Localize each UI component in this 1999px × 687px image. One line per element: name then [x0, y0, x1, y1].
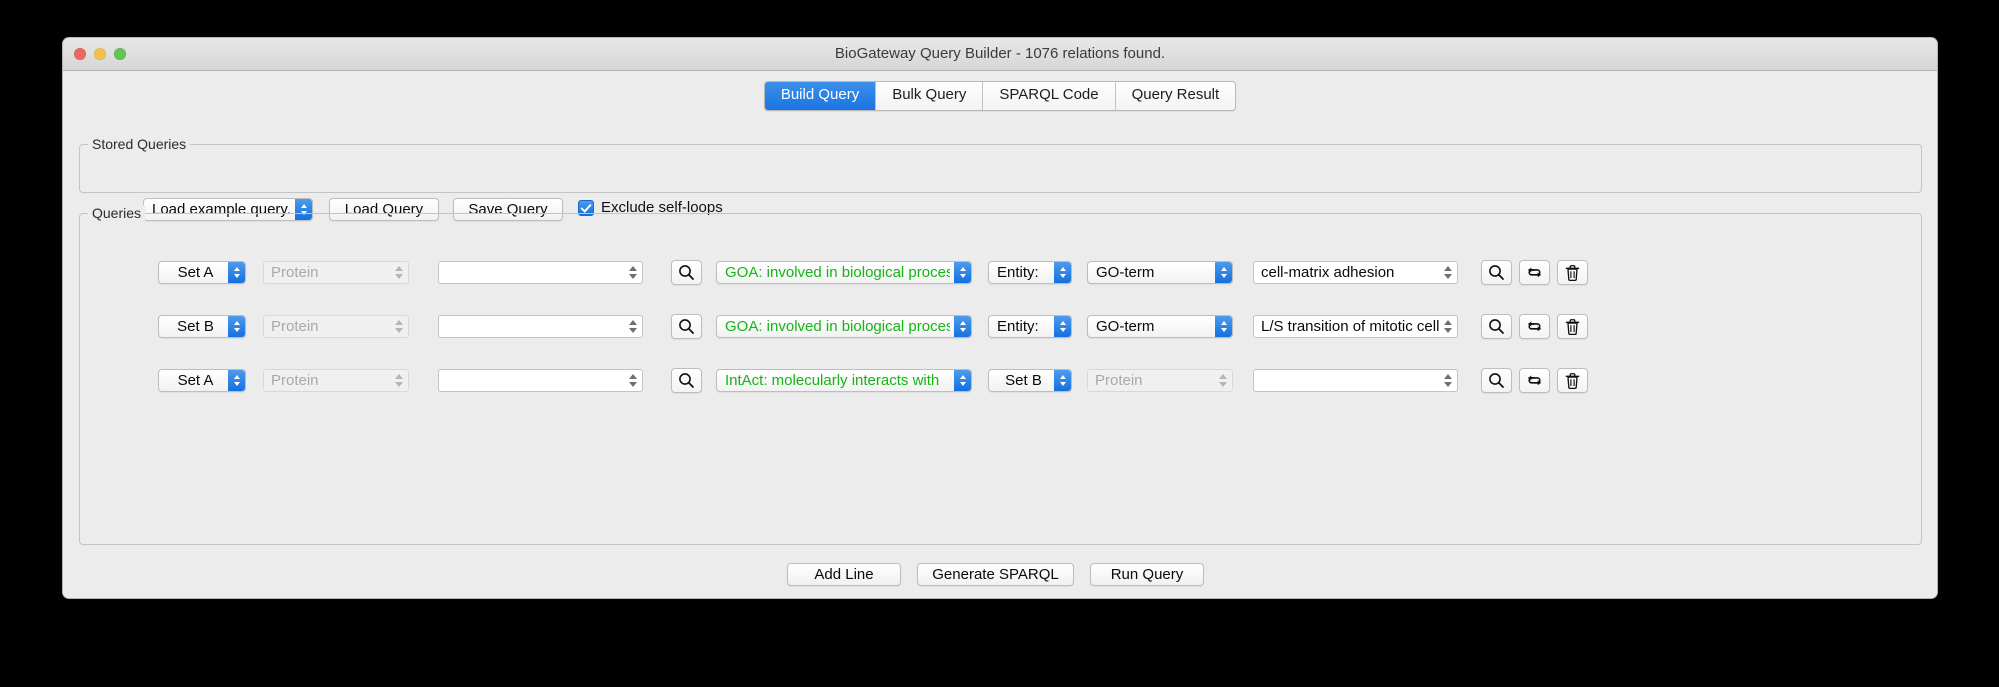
- row-subject-type-combo[interactable]: Protein: [263, 261, 409, 284]
- chevron-updown-icon: [954, 316, 971, 337]
- row-subject-search-button[interactable]: [671, 368, 702, 393]
- row-object-mode-select[interactable]: Entity:: [988, 315, 1072, 338]
- row-swap-button[interactable]: [1519, 314, 1550, 339]
- chevron-updown-icon: [392, 262, 406, 283]
- row-swap-button[interactable]: [1519, 260, 1550, 285]
- chevron-updown-icon: [1441, 262, 1455, 283]
- row-subject-set-select[interactable]: Set A: [158, 261, 246, 284]
- row-subject-set-select[interactable]: Set A: [158, 369, 246, 392]
- chevron-updown-icon: [1054, 370, 1071, 391]
- tab-sparql-code[interactable]: SPARQL Code: [983, 82, 1116, 110]
- row-subject-value-combo[interactable]: [438, 315, 643, 338]
- tab-bar: Build Query Bulk Query SPARQL Code Query…: [63, 81, 1937, 111]
- chevron-updown-icon: [228, 262, 245, 283]
- row-swap-button[interactable]: [1519, 368, 1550, 393]
- refresh-swap-icon: [1528, 321, 1541, 332]
- chevron-updown-icon: [1215, 262, 1232, 283]
- row-subject-value-combo[interactable]: [438, 261, 643, 284]
- refresh-swap-icon: [1528, 267, 1541, 278]
- chevron-updown-icon: [392, 316, 406, 337]
- chevron-updown-icon: [228, 370, 245, 391]
- row-relation-select[interactable]: GOA: involved in biological process: [716, 315, 972, 338]
- tab-build-query[interactable]: Build Query: [764, 82, 877, 110]
- search-icon: [1489, 319, 1504, 334]
- chevron-updown-icon: [1216, 370, 1230, 391]
- search-icon: [679, 265, 694, 280]
- app-window: BioGateway Query Builder - 1076 relation…: [63, 38, 1937, 598]
- chevron-updown-icon: [1054, 316, 1071, 337]
- row-object-type-select[interactable]: GO-term: [1087, 315, 1233, 338]
- search-icon: [1489, 373, 1504, 388]
- trash-icon: [1565, 372, 1580, 389]
- row-subject-search-button[interactable]: [671, 260, 702, 285]
- chevron-updown-icon: [626, 262, 640, 283]
- row-object-mode-select[interactable]: Set B: [988, 369, 1072, 392]
- row-delete-button[interactable]: [1557, 368, 1588, 393]
- trash-icon: [1565, 264, 1580, 281]
- search-icon: [679, 373, 694, 388]
- chevron-updown-icon: [392, 370, 406, 391]
- search-icon: [679, 319, 694, 334]
- row-object-type-combo[interactable]: Protein: [1087, 369, 1233, 392]
- row-relation-select[interactable]: GOA: involved in biological process: [716, 261, 972, 284]
- row-subject-type-combo[interactable]: Protein: [263, 369, 409, 392]
- row-delete-button[interactable]: [1557, 314, 1588, 339]
- stored-queries-legend: Stored Queries: [88, 136, 191, 152]
- search-icon: [1489, 265, 1504, 280]
- tab-bulk-query[interactable]: Bulk Query: [876, 82, 984, 110]
- trash-icon: [1565, 318, 1580, 335]
- row-object-value-combo[interactable]: [1253, 369, 1458, 392]
- chevron-updown-icon: [1215, 316, 1232, 337]
- run-query-button[interactable]: Run Query: [1090, 563, 1204, 586]
- window-titlebar: BioGateway Query Builder - 1076 relation…: [63, 38, 1937, 71]
- chevron-updown-icon: [954, 262, 971, 283]
- chevron-updown-icon: [954, 370, 971, 391]
- row-object-value-combo[interactable]: L/S transition of mitotic cell cycle: [1253, 315, 1458, 338]
- row-object-value-combo[interactable]: cell-matrix adhesion: [1253, 261, 1458, 284]
- window-body: Build Query Bulk Query SPARQL Code Query…: [63, 71, 1937, 598]
- row-subject-type-combo[interactable]: Protein: [263, 315, 409, 338]
- chevron-updown-icon: [626, 316, 640, 337]
- row-object-search-button[interactable]: [1481, 260, 1512, 285]
- row-subject-value-combo[interactable]: [438, 369, 643, 392]
- chevron-updown-icon: [1441, 370, 1455, 391]
- chevron-updown-icon: [1054, 262, 1071, 283]
- row-relation-select[interactable]: IntAct: molecularly interacts with: [716, 369, 972, 392]
- chevron-updown-icon: [626, 370, 640, 391]
- row-subject-search-button[interactable]: [671, 314, 702, 339]
- queries-legend: Queries: [88, 205, 146, 221]
- row-object-type-select[interactable]: GO-term: [1087, 261, 1233, 284]
- stored-queries-group: Stored Queries: [79, 136, 1922, 193]
- row-object-mode-select[interactable]: Entity:: [988, 261, 1072, 284]
- row-object-search-button[interactable]: [1481, 314, 1512, 339]
- chevron-updown-icon: [228, 316, 245, 337]
- tab-query-result[interactable]: Query Result: [1115, 82, 1236, 110]
- add-line-button[interactable]: Add Line: [787, 563, 901, 586]
- refresh-swap-icon: [1528, 375, 1541, 386]
- window-title: BioGateway Query Builder - 1076 relation…: [834, 45, 1166, 62]
- row-delete-button[interactable]: [1557, 260, 1588, 285]
- chevron-updown-icon: [1441, 316, 1455, 337]
- row-subject-set-select[interactable]: Set B: [158, 315, 246, 338]
- generate-sparql-button[interactable]: Generate SPARQL: [917, 563, 1074, 586]
- row-object-search-button[interactable]: [1481, 368, 1512, 393]
